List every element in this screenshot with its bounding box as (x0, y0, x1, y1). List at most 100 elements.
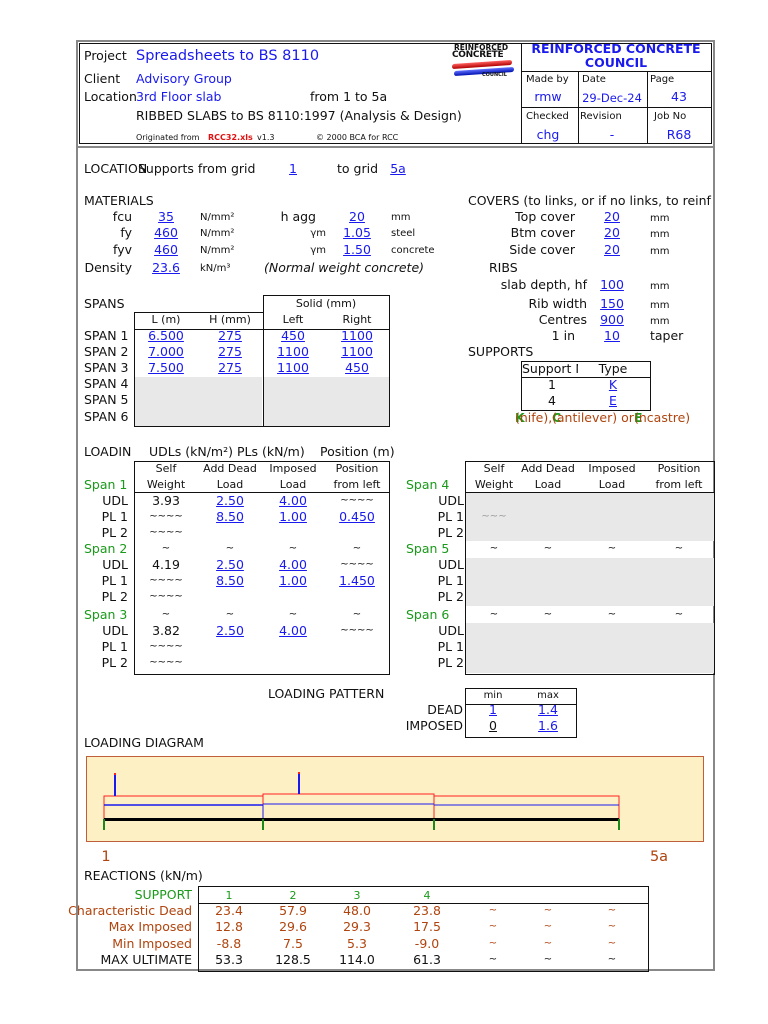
load-value-input[interactable]: 1.00 (279, 573, 307, 589)
load-row-label: PL 2 (101, 525, 128, 540)
made-by-value[interactable]: rmw (534, 89, 561, 105)
span-value-input[interactable]: 1100 (277, 360, 309, 376)
rib-centres-input[interactable]: 900 (600, 312, 624, 328)
density-note: (Normal weight concrete) (264, 260, 425, 275)
load-value-input[interactable]: 8.50 (216, 573, 244, 589)
load-row-label: PL 1 (437, 573, 464, 588)
span-value-input[interactable]: 6.500 (148, 328, 184, 344)
load-value-input[interactable]: 0.450 (339, 509, 375, 525)
load-row-label: PL 2 (101, 655, 128, 670)
span-value-input[interactable]: 7.500 (148, 360, 184, 376)
checked-value[interactable]: chg (537, 127, 560, 143)
span-value-input[interactable]: 450 (281, 328, 305, 344)
load-value-input[interactable]: 1.450 (339, 573, 375, 589)
load-value-input[interactable]: 1.00 (279, 509, 307, 525)
load-span-label: Span 5 (406, 541, 450, 556)
top-cover-input[interactable]: 20 (604, 209, 620, 225)
rib-hf-input[interactable]: 100 (600, 277, 624, 293)
location-label: Location (84, 89, 137, 104)
loading-diagram-title: LOADING DIAGRAM (84, 735, 204, 750)
from-grid-input[interactable]: 1 (289, 161, 297, 177)
span-value-input[interactable]: 1100 (277, 344, 309, 360)
fyv-input[interactable]: 460 (154, 242, 178, 258)
dead-min-input[interactable]: 1 (489, 702, 497, 718)
load-value-input[interactable]: 4.00 (279, 557, 307, 573)
h-agg-label: h agg (280, 209, 316, 224)
job-no-value[interactable]: R68 (667, 127, 692, 143)
density-input[interactable]: 23.6 (152, 260, 180, 276)
pattern-table-box (465, 688, 577, 738)
spans-col-header: H (mm) (209, 313, 251, 326)
pl-units: PLs (kN/m) (237, 444, 305, 459)
span-value-input[interactable]: 1100 (341, 344, 373, 360)
support-number: 1 (225, 889, 233, 902)
fy-input[interactable]: 460 (154, 225, 178, 241)
span-value-input[interactable]: 275 (218, 328, 242, 344)
span-value-input[interactable]: 450 (345, 360, 369, 376)
h-agg-input[interactable]: 20 (349, 209, 365, 225)
covers-title: COVERS (to links, or if no links, to rei… (468, 193, 711, 208)
load-value-input[interactable]: 2.50 (216, 493, 244, 509)
load-value-input[interactable]: 4.00 (279, 623, 307, 639)
client-value[interactable]: Advisory Group (136, 71, 232, 87)
load-value: ~~~~ (340, 625, 374, 636)
load-span-label: Span 6 (406, 607, 450, 622)
load-row-label: PL 1 (101, 509, 128, 524)
support-number: 3 (353, 889, 361, 902)
steel-label: steel (391, 228, 416, 239)
load-value-input[interactable]: 2.50 (216, 623, 244, 639)
load-span-tilde: ~ (161, 543, 171, 554)
solid-header: Solid (mm) (295, 297, 357, 310)
load-row-label: PL 1 (437, 639, 464, 654)
load-value-input[interactable]: 8.50 (216, 509, 244, 525)
reaction-row-label: Characteristic Dead (68, 903, 192, 918)
project-value[interactable]: Spreadsheets to BS 8110 (136, 48, 319, 64)
reaction-value: ~ (543, 905, 553, 916)
density-label: Density (84, 260, 132, 275)
taper-input[interactable]: 10 (604, 328, 620, 344)
load-value-input[interactable]: 2.50 (216, 557, 244, 573)
taper-unit: taper (650, 328, 684, 343)
load-span-tilde: ~ (161, 609, 171, 620)
location-value[interactable]: 3rd Floor slab (136, 89, 221, 105)
loads-right-shade (466, 623, 714, 673)
load-col-header: Position (335, 462, 379, 475)
load-span-tilde: ~ (288, 543, 298, 554)
span-value-input[interactable]: 275 (218, 360, 242, 376)
rib-width-input[interactable]: 150 (600, 296, 624, 312)
span-value-input[interactable]: 7.000 (148, 344, 184, 360)
gamma-m-steel-input[interactable]: 1.05 (343, 225, 371, 241)
date-label: Date (582, 74, 606, 85)
revision-value[interactable]: - (610, 127, 615, 143)
support-type-header: Type (598, 361, 628, 376)
span-value-input[interactable]: 1100 (341, 328, 373, 344)
dead-max-input[interactable]: 1.4 (538, 702, 558, 718)
load-value: ~~~~ (340, 559, 374, 570)
support-no: 4 (548, 393, 556, 408)
load-span-label: Span 3 (84, 607, 128, 622)
spans-unused-shade (135, 377, 262, 426)
side-cover-input[interactable]: 20 (604, 242, 620, 258)
support-number: 2 (289, 889, 297, 902)
btm-cover-input[interactable]: 20 (604, 225, 620, 241)
load-value-input[interactable]: 4.00 (279, 493, 307, 509)
load-col-header: Self (155, 462, 177, 475)
support-type-input[interactable]: K (609, 377, 617, 393)
support-type-input[interactable]: E (609, 393, 617, 409)
page-value[interactable]: 43 (671, 89, 687, 105)
load-row-label: PL 2 (437, 589, 464, 604)
reaction-value: 5.3 (347, 935, 367, 951)
imposed-min-input[interactable]: 0 (489, 718, 497, 734)
reaction-value: ~ (488, 953, 498, 965)
date-value[interactable]: 29-Dec-24 (582, 90, 642, 106)
header-divider (521, 43, 522, 144)
load-span-tilde: ~ (225, 609, 235, 620)
to-grid-input[interactable]: 5a (390, 161, 406, 177)
fcu-input[interactable]: 35 (158, 209, 174, 225)
span-value-input[interactable]: 275 (218, 344, 242, 360)
gamma-m-concrete-input[interactable]: 1.50 (343, 242, 371, 258)
load-span-tilde: ~ (225, 543, 235, 554)
reaction-value: 7.5 (283, 935, 303, 951)
load-span-tilde: ~ (607, 609, 617, 620)
imposed-max-input[interactable]: 1.6 (538, 718, 558, 734)
